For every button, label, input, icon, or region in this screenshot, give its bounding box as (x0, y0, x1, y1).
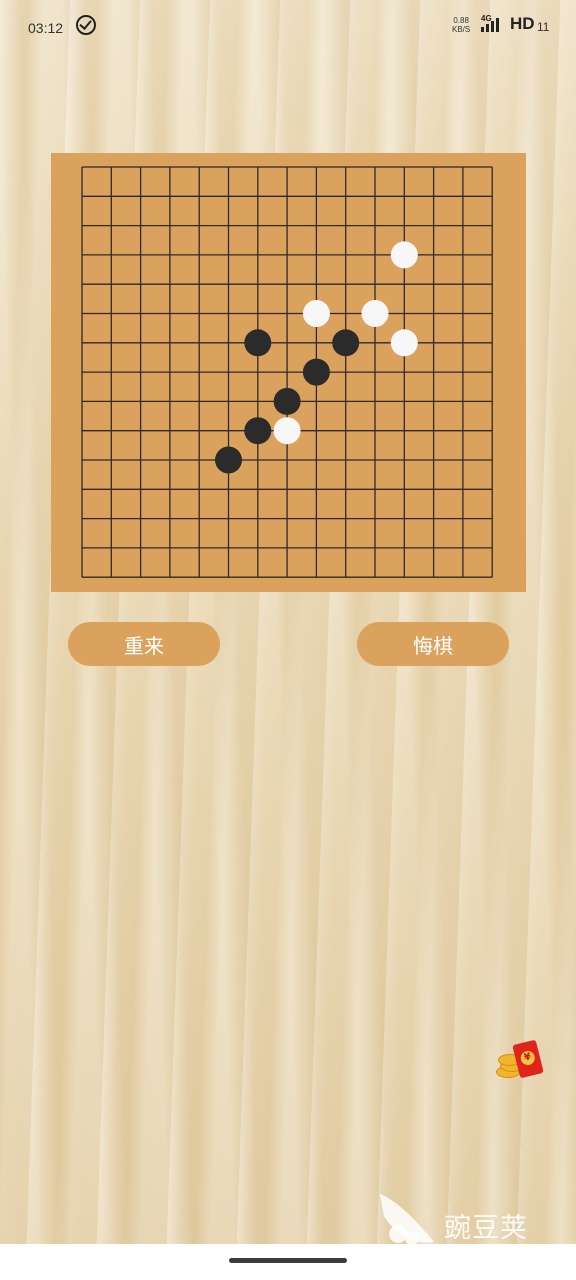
watermark-text: 豌豆荚 (444, 1213, 528, 1244)
net-speed: 0.88 KB/S (452, 16, 470, 34)
net-speed-unit: KB/S (452, 25, 471, 34)
black-stone (273, 387, 301, 415)
navigation-bar (0, 1244, 576, 1280)
signal-icon: 4G (481, 14, 503, 32)
black-stone (244, 329, 272, 357)
white-stone (302, 300, 330, 327)
watermark: 豌豆荚 (376, 1190, 556, 1250)
white-stone (361, 300, 389, 327)
home-handle[interactable] (229, 1258, 347, 1263)
black-stone (302, 358, 330, 386)
red-packet-icon[interactable]: ¥ (492, 1039, 552, 1084)
black-stone (215, 446, 242, 474)
hd-label: HD (510, 14, 535, 33)
pea-pod-icon (380, 1194, 434, 1245)
white-stone (390, 329, 418, 357)
white-stone (390, 241, 418, 269)
board-grid[interactable] (51, 153, 526, 592)
status-time: 03:12 (28, 20, 64, 36)
battery-level: 11 (537, 20, 550, 34)
gomoku-board[interactable] (51, 153, 526, 592)
white-stone (273, 417, 301, 445)
check-circle-icon (76, 15, 96, 35)
undo-button[interactable]: 悔棋 (357, 622, 509, 666)
black-stone (244, 417, 272, 445)
status-bar: 03:12 0.88 KB/S 4G HD 11 (0, 0, 576, 52)
net-speed-value: 0.88 (453, 16, 469, 25)
restart-button[interactable]: 重来 (68, 622, 220, 666)
black-stone (332, 329, 360, 357)
